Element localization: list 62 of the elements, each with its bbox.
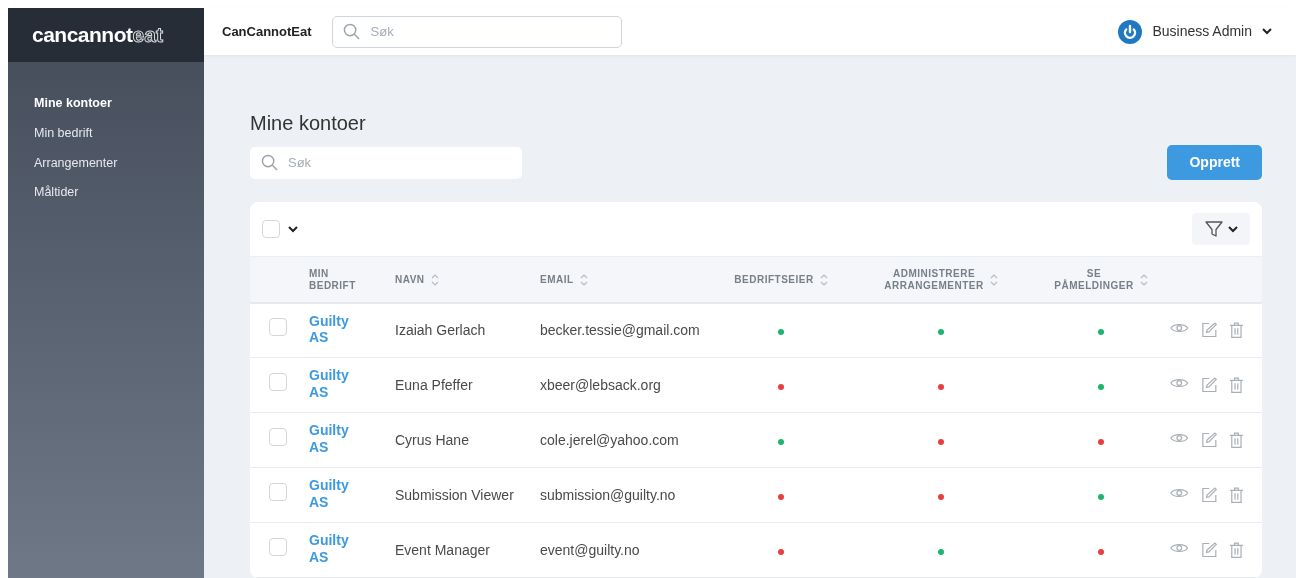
row-checkbox[interactable] xyxy=(268,538,287,556)
column-header: MIN BEDRIFT xyxy=(309,268,356,293)
email-cell: becker.tessie@gmail.com xyxy=(540,321,700,338)
trash-icon[interactable] xyxy=(1229,541,1244,559)
sidebar-item[interactable]: Mine kontoer xyxy=(8,90,204,120)
email-cell: submission@guilty.no xyxy=(540,486,676,503)
user-name-cell: Submission Viewer xyxy=(395,486,514,503)
sidebar-item[interactable]: Arrangementer xyxy=(8,149,204,180)
user-name-cell: Euna Pfeffer xyxy=(395,376,473,393)
chevron-down-icon[interactable] xyxy=(288,225,298,233)
sort-icon[interactable] xyxy=(989,273,998,288)
sort-icon[interactable] xyxy=(819,272,828,287)
column-header[interactable]: NAVN xyxy=(395,272,439,287)
column-header[interactable]: EMAIL xyxy=(540,272,588,287)
chevron-down-icon xyxy=(1228,225,1238,233)
company-link[interactable]: Guilty AS xyxy=(309,477,349,510)
email-cell: xbeer@lebsack.org xyxy=(540,376,661,393)
company-link[interactable]: Guilty AS xyxy=(309,532,349,565)
create-button[interactable]: Opprett xyxy=(1167,145,1262,180)
eye-icon[interactable] xyxy=(1170,431,1189,445)
company-link[interactable]: Guilty AS xyxy=(309,422,349,455)
company-link[interactable]: Guilty AS xyxy=(309,312,349,345)
logo-wordmark: cancannoteat xyxy=(32,22,163,49)
user-name-cell: Event Manager xyxy=(395,541,490,558)
chevron-down-icon[interactable] xyxy=(1262,28,1272,35)
user-name-cell: Cyrus Hane xyxy=(395,431,469,448)
eye-icon[interactable] xyxy=(1170,486,1189,500)
sidebar-item[interactable]: Måltider xyxy=(8,179,204,209)
row-checkbox[interactable] xyxy=(268,483,287,501)
sidebar-item[interactable]: Min bedrift xyxy=(8,119,204,150)
edit-icon[interactable] xyxy=(1200,376,1218,394)
edit-icon[interactable] xyxy=(1200,431,1218,449)
search-field[interactable]: Søk xyxy=(250,146,522,179)
eye-icon[interactable] xyxy=(1170,376,1189,390)
user-menu[interactable]: Business Admin xyxy=(1152,21,1252,42)
trash-icon[interactable] xyxy=(1229,321,1244,340)
edit-icon[interactable] xyxy=(1200,321,1218,340)
power-icon[interactable] xyxy=(1118,19,1143,44)
user-name-cell: Izaiah Gerlach xyxy=(395,321,486,338)
page-title: Mine kontoer xyxy=(250,111,367,135)
email-cell: cole.jerel@yahoo.com xyxy=(540,431,679,448)
trash-icon[interactable] xyxy=(1229,486,1244,504)
sort-icon[interactable] xyxy=(579,272,588,287)
search-icon xyxy=(261,153,278,171)
sort-icon[interactable] xyxy=(430,272,439,287)
edit-icon[interactable] xyxy=(1200,486,1218,504)
trash-icon[interactable] xyxy=(1229,431,1244,449)
filter-icon xyxy=(1204,219,1224,239)
company-link[interactable]: Guilty AS xyxy=(309,367,349,400)
search-field[interactable]: Søk xyxy=(331,15,622,48)
row-checkbox[interactable] xyxy=(268,318,287,337)
row-checkbox[interactable] xyxy=(268,373,287,391)
select-all-checkbox[interactable] xyxy=(262,220,280,238)
row-checkbox[interactable] xyxy=(268,428,287,446)
eye-icon[interactable] xyxy=(1170,541,1189,555)
email-cell: event@guilty.no xyxy=(540,541,640,558)
filter-button[interactable] xyxy=(1192,213,1250,245)
brand-name: CanCannotEat xyxy=(222,22,312,41)
search-icon xyxy=(342,22,360,40)
trash-icon[interactable] xyxy=(1229,376,1244,394)
sort-icon[interactable] xyxy=(1139,273,1148,288)
edit-icon[interactable] xyxy=(1200,541,1218,559)
